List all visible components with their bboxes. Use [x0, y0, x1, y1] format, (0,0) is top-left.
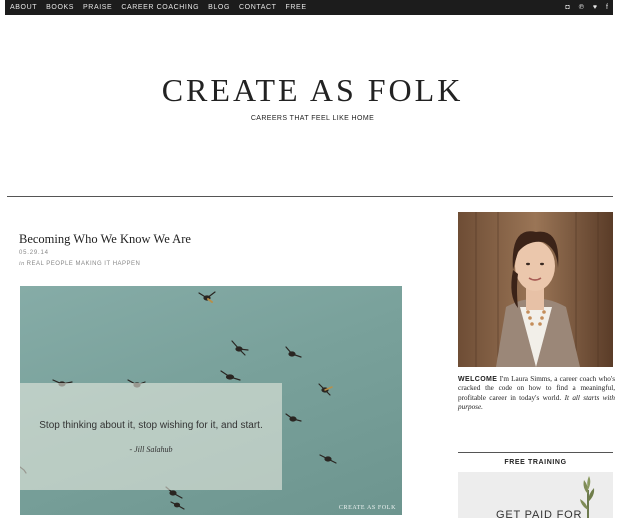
bird-icon: [318, 383, 333, 396]
free-training-banner[interactable]: GET PAID FOR: [458, 472, 613, 518]
free-training-heading: FREE TRAINING: [504, 459, 567, 466]
quote-author: - Jill Salahub: [129, 445, 173, 454]
category-link[interactable]: REAL PEOPLE MAKING IT HAPPEN: [27, 261, 141, 267]
nav-link-blog[interactable]: BLOG: [208, 0, 230, 15]
header-divider: [7, 196, 613, 197]
bird-icon: [231, 340, 249, 356]
nav-link-contact[interactable]: CONTACT: [239, 0, 277, 15]
nav-link-free[interactable]: FREE: [286, 0, 307, 15]
nav-links: ABOUT BOOKS PRAISE CAREER COACHING BLOG …: [5, 0, 316, 15]
post-date: 05.29.14: [19, 250, 49, 256]
nav-link-praise[interactable]: PRAISE: [83, 0, 112, 15]
author-photo[interactable]: [458, 212, 613, 367]
category-prefix: in: [19, 261, 25, 267]
nav-link-books[interactable]: BOOKS: [46, 0, 74, 15]
top-navigation-bar: ABOUT BOOKS PRAISE CAREER COACHING BLOG …: [5, 0, 613, 15]
post-title[interactable]: Becoming Who We Know We Are: [19, 232, 191, 247]
welcome-label: WELCOME: [458, 376, 498, 383]
bird-icon: [220, 370, 241, 381]
site-tagline: CAREERS THAT FEEL LIKE HOME: [250, 115, 375, 122]
sidebar-divider: [458, 452, 613, 453]
image-watermark: CREATE AS FOLK: [338, 505, 396, 511]
pinterest-icon[interactable]: ℗: [579, 0, 584, 15]
bird-icon: [198, 291, 216, 303]
nav-link-about[interactable]: ABOUT: [10, 0, 37, 15]
nav-link-career-coaching[interactable]: CAREER COACHING: [121, 0, 199, 15]
quote-overlay: Stop thinking about it, stop wishing for…: [20, 383, 282, 490]
site-title[interactable]: CREATE AS FOLK: [0, 72, 625, 109]
post-featured-image[interactable]: Stop thinking about it, stop wishing for…: [20, 286, 402, 515]
twitter-icon[interactable]: ♥: [593, 0, 597, 15]
bird-icon: [285, 413, 302, 422]
bird-icon: [170, 501, 185, 510]
facebook-icon[interactable]: f: [606, 0, 608, 15]
author-portrait: [458, 212, 613, 367]
banner-text: GET PAID FOR: [496, 509, 583, 518]
bird-icon: [319, 454, 337, 464]
instagram-icon[interactable]: ◘: [565, 0, 569, 15]
welcome-blurb: WELCOME I'm Laura Simms, a career coach …: [458, 375, 615, 412]
site-header: CREATE AS FOLK CAREERS THAT FEEL LIKE HO…: [0, 72, 625, 122]
quote-text: Stop thinking about it, stop wishing for…: [39, 420, 263, 431]
social-links: ◘ ℗ ♥ f: [556, 0, 613, 15]
bird-icon: [285, 346, 302, 358]
post-category: in REAL PEOPLE MAKING IT HAPPEN: [19, 261, 140, 267]
